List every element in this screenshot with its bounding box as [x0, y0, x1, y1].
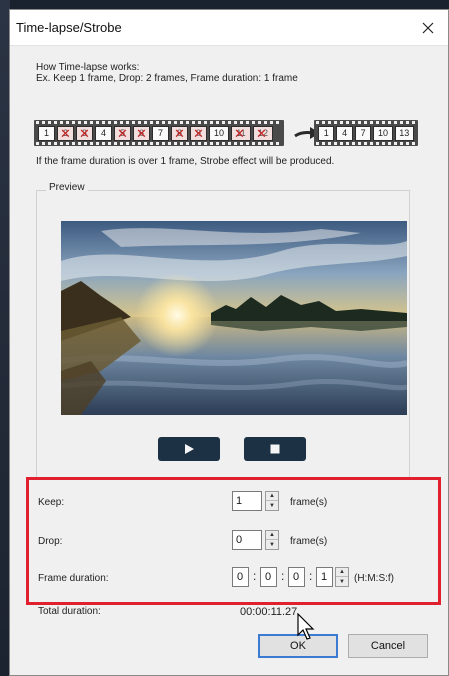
keep-stepper[interactable]: ▲ ▼: [265, 491, 279, 511]
total-duration-value: 00:00:11.27: [240, 606, 298, 618]
dropped-frame: 6: [133, 125, 150, 141]
result-frame: 1: [318, 125, 335, 141]
stop-button[interactable]: [244, 437, 306, 461]
time-lapse-dialog: Time-lapse/Strobe How Time-lapse works: …: [9, 9, 449, 676]
dropped-frame: 2: [57, 125, 74, 141]
keep-label: Keep:: [38, 497, 65, 508]
dropped-frame: 9: [190, 125, 207, 141]
result-frame: 7: [354, 125, 372, 141]
kept-frame: 1: [38, 125, 55, 141]
duration-decrement-icon[interactable]: ▼: [336, 577, 348, 586]
duration-hours-input[interactable]: 0: [232, 567, 249, 587]
kept-frame: 10: [209, 125, 229, 141]
frame-duration-label: Frame duration:: [38, 573, 109, 584]
result-frame: 4: [336, 125, 353, 141]
source-frames-filmstrip: 123456789101112: [34, 120, 284, 146]
play-button[interactable]: [158, 437, 220, 461]
dropped-frame: 12: [253, 125, 273, 141]
strobe-note: If the frame duration is over 1 frame, S…: [36, 156, 335, 167]
kept-frame: 4: [95, 125, 112, 141]
duration-minutes-input[interactable]: 0: [260, 567, 277, 587]
time-separator: :: [253, 569, 257, 583]
keep-decrement-icon[interactable]: ▼: [266, 501, 278, 510]
keep-unit: frame(s): [290, 497, 328, 508]
duration-format-hint: (H:M:S:f): [354, 573, 394, 584]
drop-label: Drop:: [38, 536, 63, 547]
drop-unit: frame(s): [290, 536, 328, 547]
result-frames-filmstrip: 1 4 7 10 13: [314, 120, 418, 146]
result-frame: 13: [394, 125, 414, 141]
duration-frames-input[interactable]: 1: [316, 567, 333, 587]
close-button[interactable]: [408, 10, 448, 46]
preview-image: [61, 221, 407, 415]
dialog-title: Time-lapse/Strobe: [16, 20, 122, 35]
mouse-pointer-icon: [297, 613, 315, 640]
close-icon: [422, 22, 434, 34]
result-frame: 10: [373, 125, 393, 141]
dropped-frame: 3: [76, 125, 93, 141]
dropped-frame: 11: [231, 125, 251, 141]
total-duration-label: Total duration:: [38, 606, 101, 617]
dropped-frame: 8: [171, 125, 188, 141]
preview-label: Preview: [46, 182, 88, 193]
drop-increment-icon[interactable]: ▲: [266, 531, 278, 540]
kept-frame: 7: [152, 125, 169, 141]
cancel-button[interactable]: Cancel: [348, 634, 428, 658]
dropped-frame: 5: [114, 125, 131, 141]
drop-input[interactable]: 0: [232, 530, 262, 550]
keep-input[interactable]: 1: [232, 491, 262, 511]
duration-seconds-input[interactable]: 0: [288, 567, 305, 587]
time-separator: :: [309, 569, 313, 583]
how-it-works-heading: How Time-lapse works:: [36, 62, 140, 73]
drop-decrement-icon[interactable]: ▼: [266, 540, 278, 549]
title-bar[interactable]: Time-lapse/Strobe: [10, 10, 448, 46]
keep-increment-icon[interactable]: ▲: [266, 492, 278, 501]
stop-icon: [270, 444, 280, 454]
drop-stepper[interactable]: ▲ ▼: [265, 530, 279, 550]
frame-duration-stepper[interactable]: ▲ ▼: [335, 567, 349, 587]
play-icon: [185, 444, 194, 454]
duration-increment-icon[interactable]: ▲: [336, 568, 348, 577]
how-it-works-example: Ex. Keep 1 frame, Drop: 2 frames, Frame …: [36, 73, 298, 84]
time-separator: :: [281, 569, 285, 583]
